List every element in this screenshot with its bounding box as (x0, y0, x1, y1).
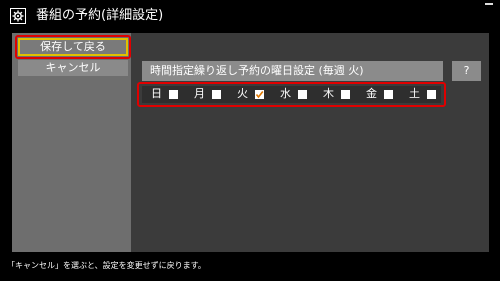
weekday-option[interactable]: 金 (366, 86, 396, 103)
weekday-label: 土 (409, 87, 420, 100)
weekday-label: 金 (366, 87, 377, 100)
help-button[interactable]: ? (452, 61, 481, 81)
cancel-button[interactable]: キャンセル (18, 60, 128, 76)
weekday-option[interactable]: 木 (323, 86, 353, 103)
weekday-label: 水 (280, 87, 291, 100)
weekday-checkbox[interactable] (169, 90, 178, 99)
weekday-setting-title: 時間指定繰り返し予約の曜日設定 (毎週 火) (150, 64, 364, 77)
weekday-checkbox[interactable] (298, 90, 307, 99)
weekday-option[interactable]: 土 (409, 86, 439, 103)
weekday-option[interactable]: 水 (280, 86, 310, 103)
weekday-label: 火 (237, 87, 248, 100)
weekday-checkbox[interactable] (384, 90, 393, 99)
weekday-option[interactable]: 日 (151, 86, 181, 103)
weekday-checkbox[interactable] (255, 90, 264, 99)
weekday-checkbox[interactable] (212, 90, 221, 99)
weekday-label: 月 (194, 87, 205, 100)
weekday-checkbox[interactable] (341, 90, 350, 99)
minimize-icon[interactable] (485, 3, 493, 5)
weekday-setting-header: 時間指定繰り返し予約の曜日設定 (毎週 火) (142, 61, 443, 81)
weekday-option[interactable]: 火 (237, 86, 267, 103)
weekday-label: 日 (151, 87, 162, 100)
weekday-checkbox[interactable] (427, 90, 436, 99)
check-icon (255, 91, 264, 99)
status-message: 「キャンセル」を選ぶと、設定を変更せずに戻ります。 (7, 261, 206, 270)
weekday-option[interactable]: 月 (194, 86, 224, 103)
title-bar: 番組の予約(詳細設定) (0, 0, 500, 32)
weekday-label: 木 (323, 87, 334, 100)
gear-icon (10, 8, 26, 24)
save-button[interactable]: 保存して戻る (18, 38, 128, 56)
window-title: 番組の予約(詳細設定) (36, 8, 164, 23)
